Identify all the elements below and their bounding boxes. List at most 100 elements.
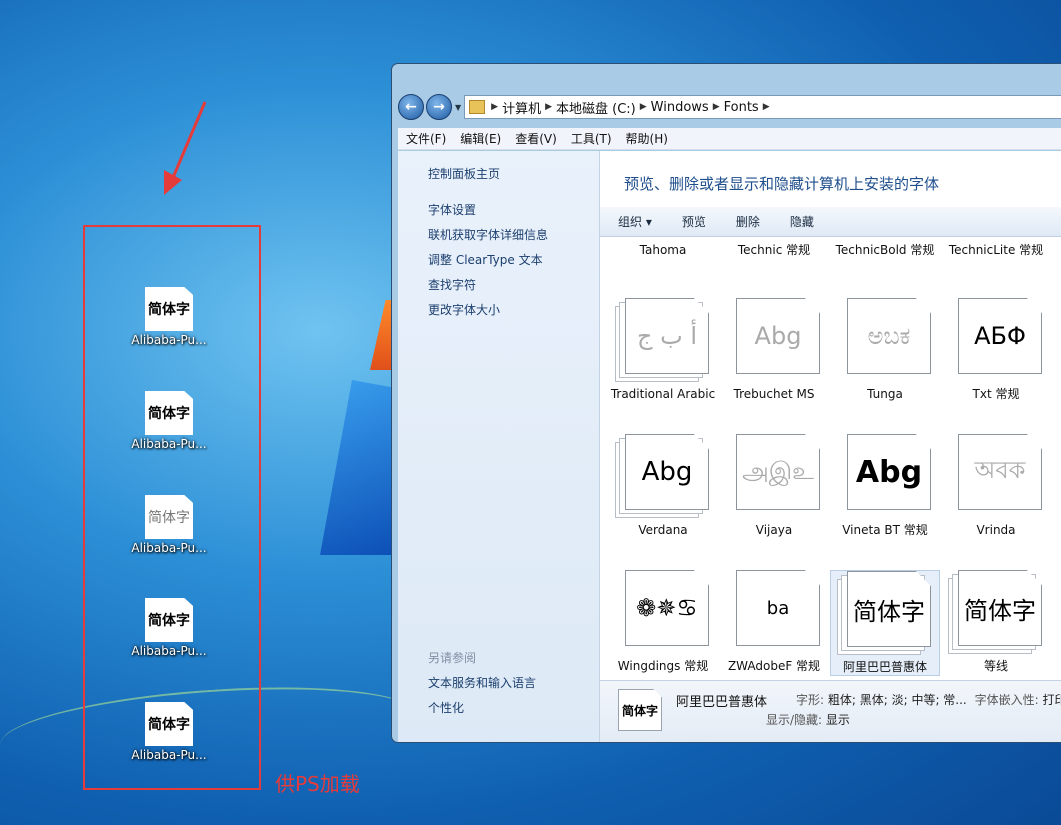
font-tile[interactable]: TechnicBold 常规 — [830, 238, 940, 258]
desktop-icon-label: Alibaba-Pu... — [131, 644, 207, 658]
desktop-icon-label: Alibaba-Pu... — [131, 541, 207, 555]
desktop-font-file-icon[interactable]: 简体字 Alibaba-Pu... — [130, 287, 208, 347]
breadcrumb-chevron-icon[interactable]: ▶ — [640, 102, 647, 112]
font-settings-link[interactable]: 字体设置 — [428, 201, 476, 218]
font-tile[interactable]: AБΦ Txt 常规 — [941, 298, 1051, 402]
find-character-link[interactable]: 查找字符 — [428, 276, 476, 293]
desktop-font-file-icon[interactable]: 简体字 Alibaba-Pu... — [130, 598, 208, 658]
page-title: 预览、删除或者显示和隐藏计算机上安装的字体 — [624, 175, 940, 193]
font-preview-icon: ಅಬಕ — [837, 298, 933, 382]
desktop-icon-label: Alibaba-Pu... — [131, 437, 207, 451]
organize-button[interactable]: 组织 ▾ — [618, 213, 652, 230]
font-style-attribute: 字形: 粗体; 黑体; 淡; 中等; 常... 字体嵌入性: 打印 — [796, 691, 1061, 708]
font-tile[interactable]: Abg Vineta BT 常规 — [830, 434, 940, 538]
address-bar[interactable]: ▶ 计算机 ▶ 本地磁盘 (C:) ▶ Windows ▶ Fonts ▶ — [464, 95, 1061, 119]
font-document-icon: 简体字 — [145, 495, 193, 539]
text-services-link[interactable]: 文本服务和输入语言 — [428, 674, 536, 691]
font-tile-label: 阿里巴巴普惠体 — [842, 660, 927, 674]
change-font-size-link[interactable]: 更改字体大小 — [428, 301, 500, 318]
breadcrumb-chevron-icon[interactable]: ▶ — [545, 102, 552, 112]
desktop-font-file-icon[interactable]: 简体字 Alibaba-Pu... — [130, 391, 208, 451]
desktop-font-file-icon[interactable]: 简体字 Alibaba-Pu... — [130, 495, 208, 555]
font-tile-label: Tunga — [867, 387, 903, 401]
hide-button[interactable]: 隐藏 — [790, 213, 814, 230]
personalization-link[interactable]: 个性化 — [428, 699, 464, 716]
font-tile-label: Txt 常规 — [972, 387, 1020, 401]
font-preview-icon: অবক — [948, 434, 1044, 518]
control-panel-home-link[interactable]: 控制面板主页 — [428, 165, 500, 182]
task-pane: 控制面板主页 字体设置 联机获取字体详细信息 调整 ClearType 文本 查… — [398, 151, 600, 742]
font-tile[interactable]: Abg Trebuchet MS — [719, 298, 829, 402]
font-tile[interactable]: Tahoma — [608, 238, 718, 258]
font-tile[interactable]: 简体字 等线 — [941, 570, 1051, 674]
font-tile-label: Vijaya — [755, 523, 793, 537]
font-preview-icon: ﺃ ﺏ ﺝ — [615, 298, 711, 382]
preview-button[interactable]: 预览 — [682, 213, 706, 230]
font-tile[interactable]: অবক Vrinda — [941, 434, 1051, 538]
font-tile-label: Tahoma — [639, 243, 687, 257]
font-tile-label: Technic 常规 — [737, 243, 811, 257]
font-sample-text: ﺃ ﺏ ﺝ — [625, 298, 709, 374]
breadcrumb-chevron-icon[interactable]: ▶ — [491, 102, 498, 112]
font-tile[interactable]: Abg Verdana — [608, 434, 718, 538]
font-preview-icon: அஇஉ — [726, 434, 822, 518]
breadcrumb-chevron-icon[interactable]: ▶ — [763, 102, 770, 112]
wallpaper-logo-blue — [320, 380, 400, 555]
menu-edit[interactable]: 编辑(E) — [460, 130, 501, 147]
font-tile[interactable]: அஇஉ Vijaya — [719, 434, 829, 538]
selected-font-thumbnail: 简体字 — [618, 689, 662, 731]
desktop-font-file-icon[interactable]: 简体字 Alibaba-Pu... — [130, 702, 208, 762]
command-bar: 组织 ▾ 预览 删除 隐藏 — [600, 207, 1061, 237]
font-tile-label: Vrinda — [976, 523, 1016, 537]
font-embed-label: 字体嵌入性: — [974, 693, 1039, 707]
font-sample-text: Abg — [736, 298, 820, 374]
get-font-info-online-link[interactable]: 联机获取字体详细信息 — [428, 226, 548, 243]
breadcrumb-local-disk[interactable]: 本地磁盘 (C:) — [556, 98, 636, 117]
font-preview-icon: ❁✵♋ — [615, 570, 711, 654]
menu-file[interactable]: 文件(F) — [406, 130, 446, 147]
breadcrumb-fonts[interactable]: Fonts — [724, 100, 759, 115]
adjust-cleartype-link[interactable]: 调整 ClearType 文本 — [428, 251, 543, 268]
font-preview-icon: Abg — [615, 434, 711, 518]
font-tile-label: TechnicBold 常规 — [835, 243, 935, 257]
font-sample-text: 简体字 — [847, 571, 931, 647]
font-tile[interactable]: TechnicLite 常规 — [941, 238, 1051, 258]
font-tile[interactable]: Technic 常规 — [719, 238, 829, 258]
font-tile[interactable]: ಅಬಕ Tunga — [830, 298, 940, 402]
forward-button[interactable]: → — [426, 94, 452, 120]
breadcrumb-chevron-icon[interactable]: ▶ — [713, 102, 720, 112]
desktop-icon-label: Alibaba-Pu... — [131, 748, 207, 762]
back-button[interactable]: ← — [398, 94, 424, 120]
font-grid: Tahoma Technic 常规 TechnicBold 常规 TechnicLit… — [600, 238, 1061, 678]
font-tile-label: Verdana — [638, 523, 688, 537]
font-document-icon: 简体字 — [145, 287, 193, 331]
font-tile[interactable]: ba ZWAdobeF 常规 — [719, 570, 829, 674]
font-visibility-label: 显示/隐藏: — [766, 713, 823, 727]
breadcrumb-windows[interactable]: Windows — [651, 100, 709, 115]
font-visibility-value: 显示 — [825, 713, 850, 727]
font-preview-icon: Abg — [837, 434, 933, 518]
recent-pages-dropdown[interactable]: ▼ — [455, 103, 461, 112]
font-sample-text: Abg — [625, 434, 709, 510]
fonts-window: ← → ▼ ▶ 计算机 ▶ 本地磁盘 (C:) ▶ Windows ▶ Font… — [391, 63, 1061, 743]
menu-view[interactable]: 查看(V) — [515, 130, 557, 147]
menu-tools[interactable]: 工具(T) — [571, 130, 612, 147]
font-sample-text: অবক — [958, 434, 1042, 510]
font-sample-text: Abg — [847, 434, 931, 510]
delete-button[interactable]: 删除 — [736, 213, 760, 230]
font-tile[interactable]: ﺃ ﺏ ﺝ Traditional Arabic — [608, 298, 718, 402]
font-style-value: 粗体; 黑体; 淡; 中等; 常... — [827, 693, 967, 707]
font-tile[interactable]: ❁✵♋ Wingdings 常规 — [608, 570, 718, 674]
font-tile-label: Wingdings 常规 — [617, 659, 709, 673]
font-preview-icon: 简体字 — [837, 571, 933, 655]
font-tile[interactable]: 简体字阿里巴巴普惠体 — [830, 570, 940, 676]
font-sample-text: AБΦ — [958, 298, 1042, 374]
details-pane: 简体字 阿里巴巴普惠体 字形: 粗体; 黑体; 淡; 中等; 常... 字体嵌入… — [600, 680, 1061, 742]
breadcrumb-computer[interactable]: 计算机 — [502, 98, 541, 117]
font-preview-icon: AБΦ — [948, 298, 1044, 382]
font-document-icon: 简体字 — [145, 598, 193, 642]
font-sample-text: 简体字 — [958, 570, 1042, 646]
font-preview-icon: ba — [726, 570, 822, 654]
see-also-heading: 另请参阅 — [428, 651, 477, 665]
menu-help[interactable]: 帮助(H) — [626, 130, 668, 147]
